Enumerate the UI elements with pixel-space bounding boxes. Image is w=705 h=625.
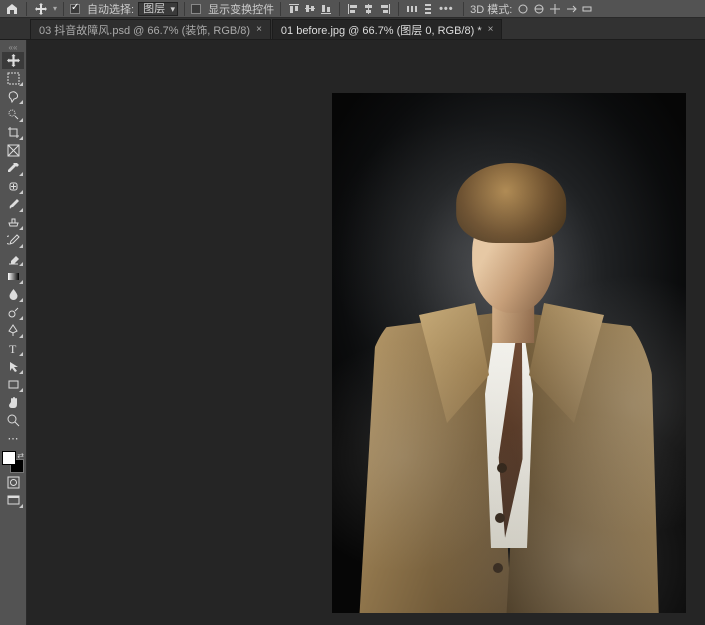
blur-tool[interactable] xyxy=(2,286,24,303)
path-select-tool[interactable] xyxy=(2,358,24,375)
history-brush-tool[interactable] xyxy=(2,232,24,249)
swap-colors-icon[interactable]: ⇄ xyxy=(17,451,24,460)
distribute-group xyxy=(405,2,435,16)
change-screen-mode[interactable] xyxy=(2,492,24,509)
align-vcenter-icon[interactable] xyxy=(303,2,317,16)
tab-title: 03 抖音故障风.psd @ 66.7% (装饰, RGB/8) xyxy=(39,22,250,38)
color-swatches[interactable]: ⇄ xyxy=(2,451,24,473)
pen-tool[interactable] xyxy=(2,322,24,339)
rectangle-tool[interactable] xyxy=(2,376,24,393)
svg-text:T: T xyxy=(9,342,17,355)
3d-roll-icon[interactable] xyxy=(532,2,546,16)
align-right-icon[interactable] xyxy=(378,2,392,16)
crop-tool[interactable] xyxy=(2,124,24,141)
more-options-icon[interactable]: ••• xyxy=(439,3,457,15)
home-icon[interactable] xyxy=(4,1,20,17)
align-left-icon[interactable] xyxy=(346,2,360,16)
tool-panel: «« T ⋯ ⇄ xyxy=(0,40,27,625)
auto-select-target-dropdown[interactable]: 图层 xyxy=(138,2,178,16)
document-image[interactable] xyxy=(332,93,686,613)
options-bar: ▾ 自动选择: 图层 显示变换控件 ••• 3D 模式: xyxy=(0,0,705,18)
hand-tool[interactable] xyxy=(2,394,24,411)
frame-tool[interactable] xyxy=(2,142,24,159)
type-tool[interactable]: T xyxy=(2,340,24,357)
eraser-tool[interactable] xyxy=(2,250,24,267)
document-tab[interactable]: 03 抖音故障风.psd @ 66.7% (装饰, RGB/8) × xyxy=(30,19,271,39)
align-top-icon[interactable] xyxy=(287,2,301,16)
close-icon[interactable]: × xyxy=(488,24,494,35)
brush-tool[interactable] xyxy=(2,196,24,213)
show-transform-label: 显示变换控件 xyxy=(208,1,274,17)
align-bottom-icon[interactable] xyxy=(319,2,333,16)
foreground-swatch[interactable] xyxy=(2,451,16,465)
quick-select-tool[interactable] xyxy=(2,106,24,123)
collapse-handle-icon[interactable]: «« xyxy=(2,43,24,51)
marquee-tool[interactable] xyxy=(2,70,24,87)
align-hcenter-icon[interactable] xyxy=(362,2,376,16)
document-tab[interactable]: 01 before.jpg @ 66.7% (图层 0, RGB/8) * × xyxy=(272,19,503,39)
canvas-area[interactable] xyxy=(27,40,705,625)
quick-mask-tool[interactable] xyxy=(2,474,24,491)
tab-title: 01 before.jpg @ 66.7% (图层 0, RGB/8) * xyxy=(281,22,482,38)
zoom-tool[interactable] xyxy=(2,412,24,429)
close-icon[interactable]: × xyxy=(256,24,262,35)
3d-pan-icon[interactable] xyxy=(548,2,562,16)
distribute-v-icon[interactable] xyxy=(421,2,435,16)
image-content xyxy=(359,133,659,613)
align-group-h xyxy=(287,2,333,16)
edit-toolbar[interactable]: ⋯ xyxy=(2,430,24,447)
auto-select-label: 自动选择: xyxy=(87,1,134,17)
gradient-tool[interactable] xyxy=(2,268,24,285)
distribute-h-icon[interactable] xyxy=(405,2,419,16)
3d-orbit-icon[interactable] xyxy=(516,2,530,16)
move-tool-icon[interactable] xyxy=(33,1,49,17)
mode-3d-label: 3D 模式: xyxy=(470,1,512,17)
dodge-tool[interactable] xyxy=(2,304,24,321)
mode-3d-group xyxy=(516,2,594,16)
document-tab-bar: 03 抖音故障风.psd @ 66.7% (装饰, RGB/8) × 01 be… xyxy=(0,18,705,40)
clone-stamp-tool[interactable] xyxy=(2,214,24,231)
auto-select-checkbox[interactable] xyxy=(70,4,80,14)
move-tool[interactable] xyxy=(2,52,24,69)
3d-scale-icon[interactable] xyxy=(580,2,594,16)
3d-slide-icon[interactable] xyxy=(564,2,578,16)
show-transform-checkbox[interactable] xyxy=(191,4,201,14)
align-group-v xyxy=(346,2,392,16)
healing-brush-tool[interactable] xyxy=(2,178,24,195)
eyedropper-tool[interactable] xyxy=(2,160,24,177)
lasso-tool[interactable] xyxy=(2,88,24,105)
